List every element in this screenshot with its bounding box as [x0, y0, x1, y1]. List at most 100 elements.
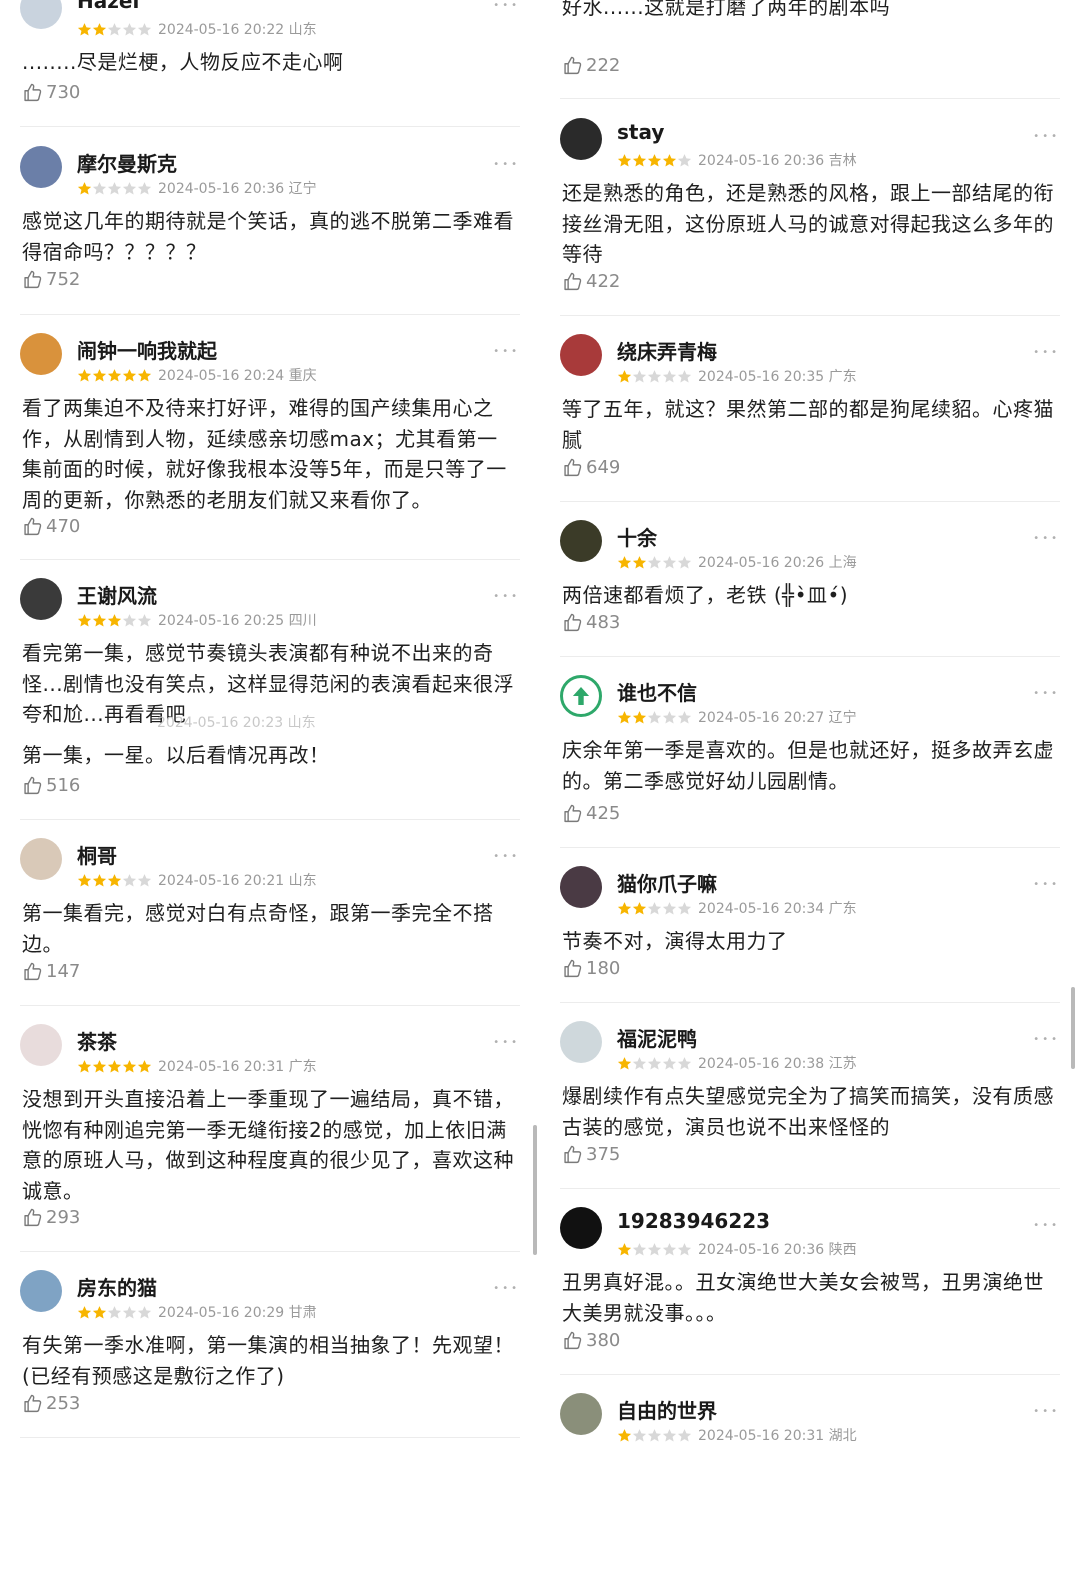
star-filled-icon — [92, 1060, 107, 1073]
thumbs-up-icon[interactable] — [22, 82, 43, 103]
star-filled-icon — [617, 154, 632, 167]
like-button[interactable]: 516 — [22, 775, 80, 799]
comment-item: stay 2024-05-16 20:36 吉林 ••• 还是熟悉的角色，还是熟悉的风… — [560, 118, 1060, 318]
more-options-icon[interactable]: ••• — [1033, 878, 1060, 892]
comment-timestamp-location: 2024-05-16 20:29 甘肃 — [158, 1304, 317, 1321]
comment-text: 两倍速都看烦了，老铁 (╬•̀皿•́) — [562, 583, 849, 607]
star-empty-icon — [122, 182, 137, 195]
avatar[interactable] — [560, 1207, 602, 1249]
thumbs-up-icon[interactable] — [562, 612, 583, 633]
username[interactable]: 谁也不信 — [617, 677, 697, 706]
thumbs-up-icon[interactable] — [562, 1330, 583, 1351]
more-options-icon[interactable]: ••• — [493, 1036, 520, 1050]
divider — [20, 1005, 520, 1006]
avatar[interactable] — [560, 520, 602, 562]
like-button[interactable]: 380 — [562, 1330, 620, 1354]
thumbs-up-icon[interactable] — [22, 961, 43, 982]
thumbs-up-icon[interactable] — [562, 457, 583, 478]
avatar[interactable] — [560, 1393, 602, 1435]
thumbs-up-icon[interactable] — [22, 775, 43, 796]
username[interactable]: stay — [617, 120, 664, 144]
scrollbar-left[interactable] — [533, 1125, 537, 1255]
star-filled-icon — [617, 1243, 632, 1256]
username[interactable]: 自由的世界 — [617, 1395, 717, 1424]
star-empty-icon — [662, 1243, 677, 1256]
more-options-icon[interactable]: ••• — [1033, 130, 1060, 144]
username[interactable]: 房东的猫 — [77, 1272, 157, 1301]
thumbs-up-icon[interactable] — [562, 803, 583, 824]
avatar[interactable] — [20, 333, 62, 375]
avatar[interactable] — [20, 1024, 62, 1066]
star-empty-icon — [677, 154, 692, 167]
like-button[interactable]: 375 — [562, 1144, 620, 1168]
star-empty-icon — [107, 1306, 122, 1319]
thumbs-up-icon[interactable] — [22, 1207, 43, 1228]
star-empty-icon — [122, 23, 137, 36]
comment-timestamp-location: 2024-05-16 20:36 辽宁 — [158, 180, 317, 197]
username[interactable]: 猫你爪子嘛 — [617, 868, 717, 897]
username[interactable]: 绕床弄青梅 — [617, 336, 717, 365]
username[interactable]: 福泥泥鸭 — [617, 1023, 697, 1052]
avatar[interactable] — [20, 0, 62, 29]
thumbs-up-icon[interactable] — [22, 269, 43, 290]
username[interactable]: 摩尔曼斯克 — [77, 148, 177, 177]
username[interactable]: 闹钟一响我就起 — [77, 335, 217, 364]
like-button[interactable]: 470 — [22, 516, 80, 540]
star-filled-icon — [632, 154, 647, 167]
like-button[interactable]: 730 — [22, 82, 80, 106]
thumbs-up-icon[interactable] — [22, 1393, 43, 1414]
username[interactable]: 19283946223 — [617, 1209, 770, 1233]
like-button[interactable]: 752 — [22, 269, 80, 293]
thumbs-up-icon[interactable] — [562, 271, 583, 292]
star-empty-icon — [647, 902, 662, 915]
like-button[interactable]: 180 — [562, 958, 620, 982]
username[interactable]: 王谢风流 — [77, 580, 157, 609]
comment-item: 茶茶 2024-05-16 20:31 广东 ••• 没想到开头直接沿着上一季重现了一… — [20, 1024, 520, 1228]
avatar[interactable] — [560, 1021, 602, 1063]
avatar[interactable] — [560, 118, 602, 160]
like-button[interactable]: 649 — [562, 457, 620, 481]
like-button[interactable]: 293 — [22, 1207, 80, 1231]
star-empty-icon — [137, 1306, 152, 1319]
like-button[interactable]: 222 — [562, 55, 620, 79]
rating-and-time: 2024-05-16 20:22 山东 — [77, 18, 317, 38]
avatar[interactable] — [20, 578, 62, 620]
like-button[interactable]: 483 — [562, 612, 620, 636]
thumbs-up-icon[interactable] — [22, 516, 43, 537]
more-options-icon[interactable]: ••• — [1033, 1219, 1060, 1233]
rating-and-time: 2024-05-16 20:24 重庆 — [77, 364, 317, 384]
like-button[interactable]: 422 — [562, 271, 620, 295]
like-button[interactable]: 425 — [562, 803, 620, 827]
username[interactable]: 十余 — [617, 522, 657, 551]
avatar[interactable] — [20, 1270, 62, 1312]
username[interactable]: 茶茶 — [77, 1026, 117, 1055]
thumbs-up-icon[interactable] — [562, 1144, 583, 1165]
more-options-icon[interactable]: ••• — [1033, 532, 1060, 546]
avatar[interactable] — [560, 675, 602, 717]
avatar[interactable] — [20, 838, 62, 880]
more-options-icon[interactable]: ••• — [493, 345, 520, 359]
more-options-icon[interactable]: ••• — [493, 590, 520, 604]
more-options-icon[interactable]: ••• — [493, 1282, 520, 1296]
like-button[interactable]: 147 — [22, 961, 80, 985]
username[interactable]: Hazel — [77, 0, 139, 13]
avatar[interactable] — [560, 866, 602, 908]
comment-text: 丑男真好混。。丑女演绝世大美女会被骂，丑男演绝世大美男就没事。。。 — [562, 1270, 1044, 1325]
more-options-icon[interactable]: ••• — [1033, 687, 1060, 701]
more-options-icon[interactable]: ••• — [1033, 1033, 1060, 1047]
avatar[interactable] — [560, 334, 602, 376]
more-options-icon[interactable]: ••• — [493, 850, 520, 864]
username[interactable]: 桐哥 — [77, 840, 117, 869]
thumbs-up-icon[interactable] — [562, 958, 583, 979]
more-options-icon[interactable]: ••• — [1033, 346, 1060, 360]
more-options-icon[interactable]: ••• — [493, 158, 520, 172]
like-count: 293 — [46, 1207, 81, 1228]
thumbs-up-icon[interactable] — [562, 55, 583, 76]
scrollbar-right[interactable] — [1071, 987, 1075, 1069]
more-options-icon[interactable]: ••• — [493, 0, 520, 13]
more-options-icon[interactable]: ••• — [1033, 1405, 1060, 1419]
avatar[interactable] — [20, 146, 62, 188]
star-filled-icon — [617, 1057, 632, 1070]
star-filled-icon — [617, 711, 632, 724]
like-button[interactable]: 253 — [22, 1393, 80, 1417]
